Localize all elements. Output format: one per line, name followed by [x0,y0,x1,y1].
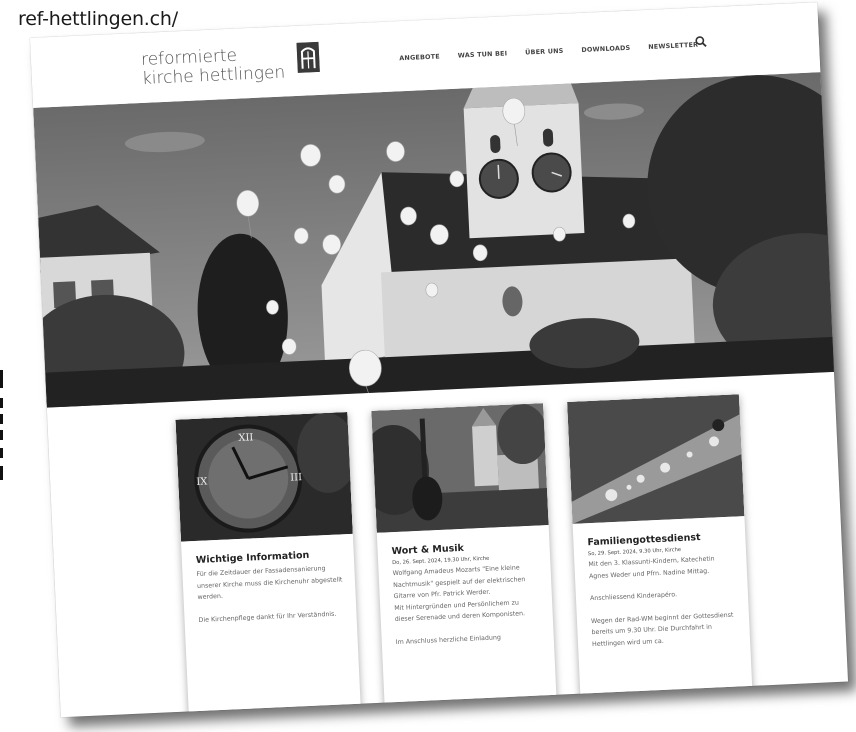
news-card[interactable]: XII III IX Wichtige Information Für die … [175,411,362,718]
nav-downloads[interactable]: DOWNLOADS [581,44,630,54]
news-cards: XII III IX Wichtige Information Für die … [175,393,768,718]
nav-ueber-uns[interactable]: ÜBER UNS [525,47,564,57]
card-paragraph: Anschliessend Kinderapéro. [589,591,678,603]
svg-text:III: III [290,472,302,484]
card-text: Für die Zeitdauer der Fassadensanierung … [196,562,344,626]
nav-newsletter[interactable]: NEWSLETTER [648,41,698,51]
card-paragraph: Für die Zeitdauer der Fassadensanierung … [196,565,343,601]
card-paragraph: Mit den 3. Klassunti-Kindern, Katechetin… [588,555,715,580]
website-screenshot: reformierte kirche hettlingen ANGEBOTE W… [30,2,849,718]
news-card[interactable]: Wort & Musik Do, 26. Sept. 2024, 19.30 U… [371,403,558,718]
logo-mark[interactable] [296,41,320,73]
news-card[interactable]: Familiengottesdienst So, 29. Sept. 2024,… [567,394,753,712]
search-icon[interactable] [695,35,708,48]
logo-line-2: kirche hettlingen [141,62,286,89]
site-logo-text[interactable]: reformierte kirche hettlingen [141,44,286,89]
card-text: Wolfgang Amadeus Mozarts "Eine kleine Na… [392,561,541,648]
main-navigation: ANGEBOTE WAS TUN BEI ÜBER UNS DOWNLOADS … [399,40,716,63]
margin-marks [0,362,3,482]
svg-text:IX: IX [196,476,208,488]
card-image-guitar [371,403,549,533]
card-image-clock: XII III IX [175,411,353,542]
card-paragraph: Die Kirchenpflege dankt für Ihr Verständ… [198,610,337,624]
nav-was-tun-bei[interactable]: WAS TUN BEI [458,49,508,59]
nav-angebote[interactable]: ANGEBOTE [399,52,440,62]
hero-image-church-balloons [33,71,846,408]
card-image-waterdrops [567,394,745,524]
svg-text:XII: XII [238,432,254,444]
card-paragraph: Wegen der Rad-WM beginnt der Gottesdiens… [590,611,734,648]
page-url-label: ref-hettlingen.ch/ [18,8,178,30]
card-text: Mit den 3. Klassunti-Kindern, Katechetin… [588,553,738,651]
card-paragraph: Im Anschluss herzliche Einladung [395,633,502,646]
